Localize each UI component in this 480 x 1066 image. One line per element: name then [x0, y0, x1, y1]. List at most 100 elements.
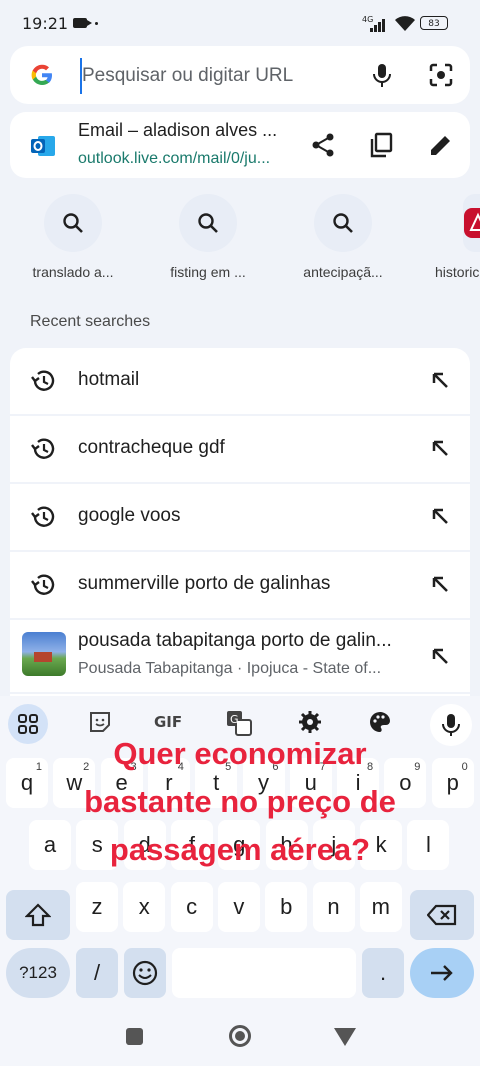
share-icon[interactable]: [310, 132, 336, 158]
system-nav-bar: [0, 1006, 480, 1066]
video-icon: [73, 18, 92, 28]
shortcut-label: antecipaçã...: [303, 264, 383, 280]
recent-search-item[interactable]: hotmail: [10, 348, 470, 416]
enter-key[interactable]: [410, 948, 474, 998]
current-tab-card[interactable]: Email – aladison alves ... outlook.live.…: [10, 112, 470, 178]
key-k[interactable]: k: [360, 820, 403, 870]
translate-icon[interactable]: G: [226, 710, 252, 736]
shortcut-tile[interactable]: fisting em ...: [143, 194, 273, 280]
period-key[interactable]: .: [362, 948, 404, 998]
status-time: 19:21: [22, 14, 69, 33]
key-label: s: [91, 832, 103, 857]
battery-icon: 83: [420, 16, 448, 30]
key-number-hint: 1: [35, 761, 42, 773]
fill-query-arrow-icon[interactable]: [430, 370, 450, 390]
history-icon: [31, 438, 55, 459]
gif-button[interactable]: GIF: [154, 713, 182, 731]
key-f[interactable]: f: [170, 820, 213, 870]
fill-query-arrow-icon[interactable]: [430, 646, 450, 666]
key-v[interactable]: v: [217, 882, 260, 932]
key-b[interactable]: b: [265, 882, 308, 932]
shortcut-label: translado a...: [32, 264, 114, 280]
key-z[interactable]: z: [76, 882, 118, 932]
emoji-icon: [132, 960, 158, 986]
tab-title: Email – aladison alves ...: [78, 120, 278, 140]
recent-search-item[interactable]: google voos: [10, 484, 470, 552]
key-t[interactable]: t5: [195, 758, 238, 808]
key-e[interactable]: e3: [100, 758, 143, 808]
history-icon: [31, 574, 55, 595]
theme-palette-icon[interactable]: [368, 710, 392, 734]
recent-search-item[interactable]: contracheque gdf: [10, 416, 470, 484]
home-button[interactable]: [229, 1025, 251, 1047]
key-g[interactable]: g: [218, 820, 261, 870]
wifi-icon: [395, 16, 415, 31]
apps-grid-icon[interactable]: [8, 704, 48, 744]
key-label: w: [66, 770, 83, 795]
fill-query-arrow-icon[interactable]: [430, 438, 450, 458]
microphone-icon[interactable]: [370, 62, 394, 88]
key-y[interactable]: y6: [242, 758, 285, 808]
key-q[interactable]: q1: [6, 758, 48, 808]
key-h[interactable]: h: [265, 820, 308, 870]
key-n[interactable]: n: [312, 882, 355, 932]
key-label: k: [375, 832, 387, 857]
recent-search-item[interactable]: pousada tabapitanga porto de galin... Po…: [10, 620, 470, 694]
omnibox[interactable]: [10, 46, 470, 104]
shortcut-tile[interactable]: historic: [413, 194, 480, 280]
recents-button[interactable]: [126, 1028, 143, 1045]
key-m[interactable]: m: [359, 882, 402, 932]
key-label: h: [280, 832, 293, 857]
outlook-icon: [31, 136, 55, 156]
key-x[interactable]: x: [123, 882, 166, 932]
emoji-key[interactable]: [124, 948, 166, 998]
key-label: v: [233, 894, 245, 919]
backspace-key[interactable]: [410, 890, 474, 940]
microphone-icon: [442, 714, 460, 736]
shortcut-tile[interactable]: antecipaçã...: [278, 194, 408, 280]
key-u[interactable]: u7: [289, 758, 332, 808]
copy-icon[interactable]: [368, 132, 394, 158]
recent-searches-list: hotmail contracheque gdf google voos sum…: [10, 348, 470, 748]
key-number-hint: 6: [272, 761, 279, 773]
key-i[interactable]: i8: [337, 758, 380, 808]
slash-key[interactable]: /: [76, 948, 118, 998]
key-d[interactable]: d: [123, 820, 166, 870]
key-label: u: [304, 770, 317, 795]
key-j[interactable]: j: [312, 820, 355, 870]
key-number-hint: 3: [130, 761, 137, 773]
key-r[interactable]: r4: [147, 758, 190, 808]
key-s[interactable]: s: [76, 820, 119, 870]
fill-query-arrow-icon[interactable]: [430, 506, 450, 526]
key-o[interactable]: o9: [384, 758, 427, 808]
recent-search-item[interactable]: summerville porto de galinhas: [10, 552, 470, 620]
key-l[interactable]: l: [407, 820, 450, 870]
search-input[interactable]: [80, 58, 354, 94]
edit-pencil-icon[interactable]: [428, 132, 454, 158]
symbols-key[interactable]: ?123: [6, 948, 70, 998]
shift-key[interactable]: [6, 890, 70, 940]
key-label: j: [331, 832, 337, 857]
keyboard-toolbar: GIF G: [0, 696, 480, 752]
recent-search-text: pousada tabapitanga porto de galin...: [78, 630, 392, 651]
key-c[interactable]: c: [170, 882, 213, 932]
key-p[interactable]: p0: [431, 758, 474, 808]
spacebar-key[interactable]: [172, 948, 356, 998]
shortcut-tile[interactable]: translado a...: [8, 194, 138, 280]
settings-gear-icon[interactable]: [298, 710, 322, 734]
key-number-hint: 0: [461, 761, 468, 773]
key-label: c: [186, 894, 198, 919]
fill-query-arrow-icon[interactable]: [430, 574, 450, 594]
key-a[interactable]: a: [29, 820, 71, 870]
svg-text:G: G: [230, 713, 239, 726]
site-favicon-icon: [464, 208, 480, 238]
key-label: t: [213, 770, 220, 795]
sticker-icon[interactable]: [88, 710, 112, 734]
recent-search-text: google voos: [78, 505, 181, 526]
key-label: l: [425, 832, 431, 857]
voice-input-button[interactable]: [430, 704, 472, 746]
lens-camera-icon[interactable]: [428, 62, 454, 88]
key-w[interactable]: w2: [53, 758, 96, 808]
recent-search-text: contracheque gdf: [78, 437, 225, 458]
back-button[interactable]: [334, 1028, 356, 1046]
